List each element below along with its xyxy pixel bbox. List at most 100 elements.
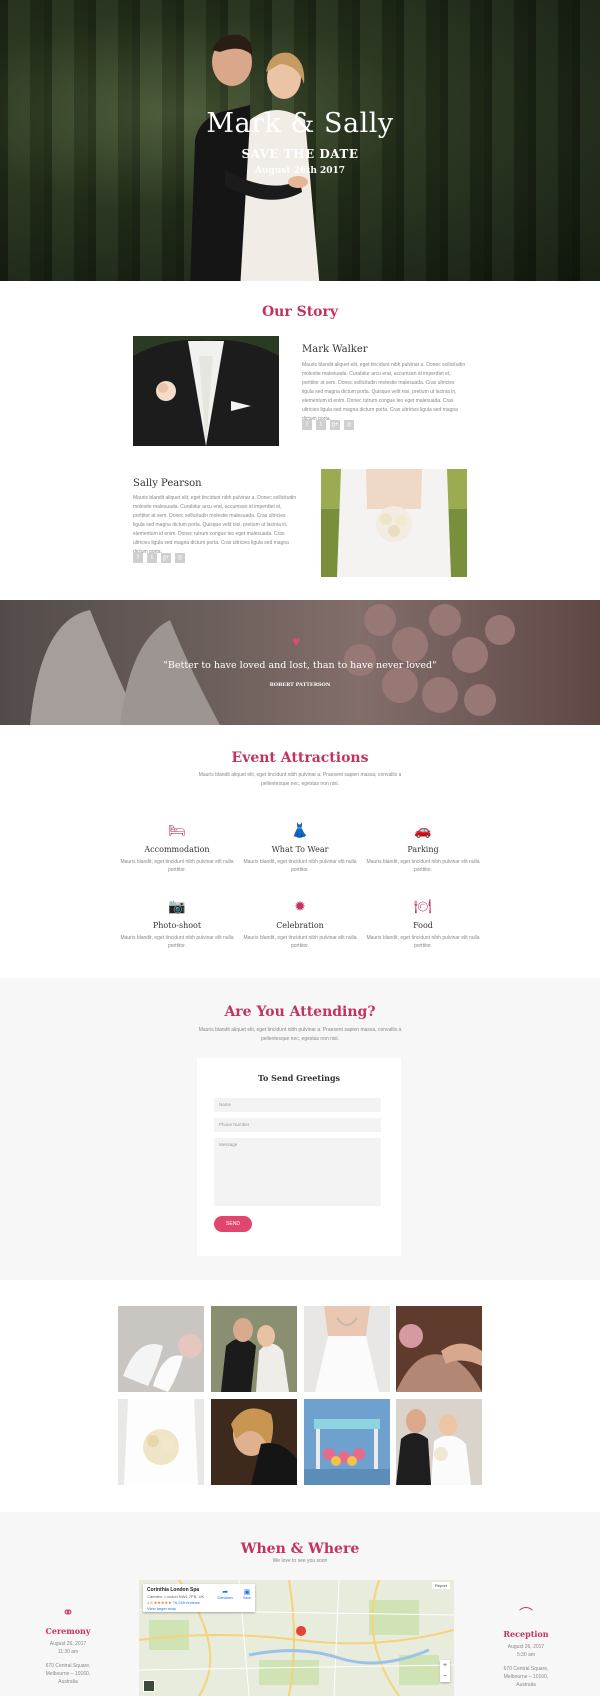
section-title: Our Story — [261, 304, 339, 320]
venue-time: 5:30 am — [516, 1652, 536, 1658]
groom-bio: Mauris blandit aliquet elit, eget tincid… — [302, 362, 466, 422]
save-icon: ▣ — [243, 1589, 251, 1596]
attraction-title: Food — [413, 921, 433, 930]
location-map[interactable]: Corinthia London Spa Camden, London NW1 … — [139, 1580, 454, 1696]
zoom-in-icon[interactable]: + — [440, 1660, 450, 1671]
map-zoom-controls[interactable]: + − — [440, 1660, 450, 1682]
google-plus-icon[interactable]: g+ — [330, 420, 340, 430]
map-save-button[interactable]: ▣ Save — [243, 1588, 251, 1600]
directions-icon: ➦ — [222, 1589, 229, 1596]
bride-bio: Mauris blandit aliquet elit, eget tincid… — [133, 495, 297, 555]
venue-date: August 26, 2017 — [507, 1644, 545, 1650]
twitter-icon[interactable]: t — [316, 420, 326, 430]
map-rating-value: 4.5 — [147, 1600, 153, 1605]
map-place-name: Corinthia London Spa — [147, 1587, 200, 1593]
hero-section: Mark & Sally SAVE THE DATE August 26th 2… — [0, 0, 600, 281]
venue-title: Reception — [503, 1629, 549, 1639]
map-report-button[interactable]: Report — [431, 1582, 450, 1589]
bride-social-links: f t g+ ◎ — [133, 553, 185, 563]
rings-icon: ⚭ — [62, 1604, 74, 1620]
attraction-item: 📷 Photo-shoot Mauris blandit, eget tinci… — [117, 898, 237, 950]
facebook-icon[interactable]: f — [133, 553, 143, 563]
venue-address: Melbourne – 10160, — [503, 1674, 549, 1680]
attraction-item: 👗 What To Wear Mauris blandit, eget tinc… — [240, 822, 360, 874]
bride-name: Sally Pearson — [133, 478, 202, 489]
our-story-section: Our Story Mark Walker Mauris blandit ali… — [0, 281, 600, 600]
map-directions-button[interactable]: ➦ Directions — [217, 1588, 233, 1600]
gallery-photo-shoes[interactable] — [118, 1306, 204, 1392]
gallery-photo-bouquet[interactable] — [118, 1399, 204, 1485]
attraction-title: Photo-shoot — [152, 921, 202, 930]
attraction-item: 🚗 Parking Mauris blandit, eget tincidunt… — [363, 822, 483, 874]
gallery-photo-dress[interactable] — [304, 1306, 390, 1392]
directions-label: Directions — [217, 1596, 233, 1600]
quote-text: "Better to have loved and lost, than to … — [163, 660, 437, 671]
food-icon: 🍽 — [414, 898, 432, 914]
instagram-icon[interactable]: ◎ — [344, 420, 354, 430]
save-the-date: SAVE THE DATE — [241, 147, 359, 161]
instagram-icon[interactable]: ◎ — [175, 553, 185, 563]
gallery-photo-kiss[interactable] — [211, 1399, 297, 1485]
save-label: Save — [243, 1596, 251, 1600]
venue-address: 670 Central Square, — [503, 1666, 549, 1672]
phone-field[interactable]: Phone Number — [214, 1118, 381, 1132]
map-satellite-toggle[interactable] — [143, 1680, 155, 1692]
couple-names: Mark & Sally — [206, 108, 394, 139]
photo-gallery — [0, 1280, 600, 1512]
camera-icon: 📷 — [168, 898, 186, 914]
attraction-item: ✹ Celebration Mauris blandit, eget tinci… — [240, 898, 360, 950]
gallery-photo-couple-smile[interactable] — [396, 1399, 482, 1485]
gallery-photo-rings[interactable] — [396, 1306, 482, 1392]
map-reviews-link[interactable]: 76,245 reviews — [173, 1600, 200, 1605]
attraction-item: 🛏 Accommodation Mauris blandit, eget tin… — [117, 822, 237, 874]
attraction-desc: Mauris blandit, eget tincidunt nibh pulv… — [366, 859, 480, 873]
attraction-title: What To Wear — [271, 845, 329, 854]
attraction-title: Celebration — [276, 921, 324, 930]
car-icon: 🚗 — [414, 822, 432, 838]
section-subtitle: We love to see you soon — [272, 1558, 328, 1564]
name-field[interactable]: Name — [214, 1098, 381, 1112]
zoom-out-icon[interactable]: − — [440, 1671, 450, 1682]
when-where-section: When & Where We love to see you soon ⚭ C… — [0, 1512, 600, 1696]
map-info-card: Corinthia London Spa Camden, London NW1 … — [143, 1584, 255, 1612]
venue-time: 11:30 am — [57, 1649, 79, 1655]
google-plus-icon[interactable]: g+ — [161, 553, 171, 563]
attraction-desc: Mauris blandit, eget tincidunt nibh pulv… — [366, 935, 480, 949]
map-larger-link[interactable]: View larger map — [147, 1606, 251, 1611]
dress-icon: 👗 — [291, 822, 309, 838]
ceremony-info: ⚭ Ceremony August 26, 2017 11:30 am 670 … — [23, 1604, 113, 1686]
section-title: Are You Attending? — [224, 1004, 376, 1020]
event-attractions-section: Event Attractions Mauris blandit aliquet… — [0, 725, 600, 978]
facebook-icon[interactable]: f — [302, 420, 312, 430]
venue-title: Ceremony — [45, 1626, 91, 1636]
map-rating: 4.5 ★★★★★ 76,245 reviews — [147, 1600, 251, 1605]
gallery-photo-ceremony-arch[interactable] — [304, 1399, 390, 1485]
section-intro: Mauris blandit aliquet elit, eget tincid… — [198, 1027, 402, 1042]
twitter-icon[interactable]: t — [147, 553, 157, 563]
greetings-form: To Send Greetings Name Phone Number Mess… — [197, 1058, 401, 1256]
quote-author: ROBERT PATTERSON — [269, 682, 331, 688]
venue-country: Australia — [516, 1682, 536, 1688]
groom-photo — [133, 336, 279, 446]
map-place-address: Camden, London NW1 7PB, UK — [147, 1594, 205, 1599]
bride-photo — [321, 469, 467, 577]
send-button[interactable]: SEND — [214, 1216, 252, 1232]
form-title: To Send Greetings — [257, 1073, 341, 1083]
attraction-title: Accommodation — [144, 845, 210, 854]
quote-banner: ♥ "Better to have loved and lost, than t… — [0, 600, 600, 725]
bed-icon: 🛏 — [168, 822, 186, 838]
attraction-desc: Mauris blandit, eget tincidunt nibh pulv… — [243, 859, 357, 873]
rating-stars-icon: ★★★★★ — [153, 1600, 172, 1605]
message-field[interactable]: Message — [214, 1138, 381, 1206]
groom-social-links: f t g+ ◎ — [302, 420, 354, 430]
venue-date: August 26, 2017 — [49, 1641, 87, 1647]
attraction-title: Parking — [407, 845, 439, 854]
section-title: Event Attractions — [231, 750, 369, 766]
gallery-photo-couple-embrace[interactable] — [211, 1306, 297, 1392]
fireworks-icon: ✹ — [294, 898, 306, 914]
venue-country: Australia — [58, 1679, 78, 1685]
heart-icon: ♥ — [292, 633, 301, 649]
attraction-desc: Mauris blandit, eget tincidunt nibh pulv… — [120, 935, 234, 949]
hero-text: Mark & Sally SAVE THE DATE August 26th 2… — [200, 108, 400, 176]
rsvp-section: Are You Attending? Mauris blandit alique… — [0, 978, 600, 1280]
